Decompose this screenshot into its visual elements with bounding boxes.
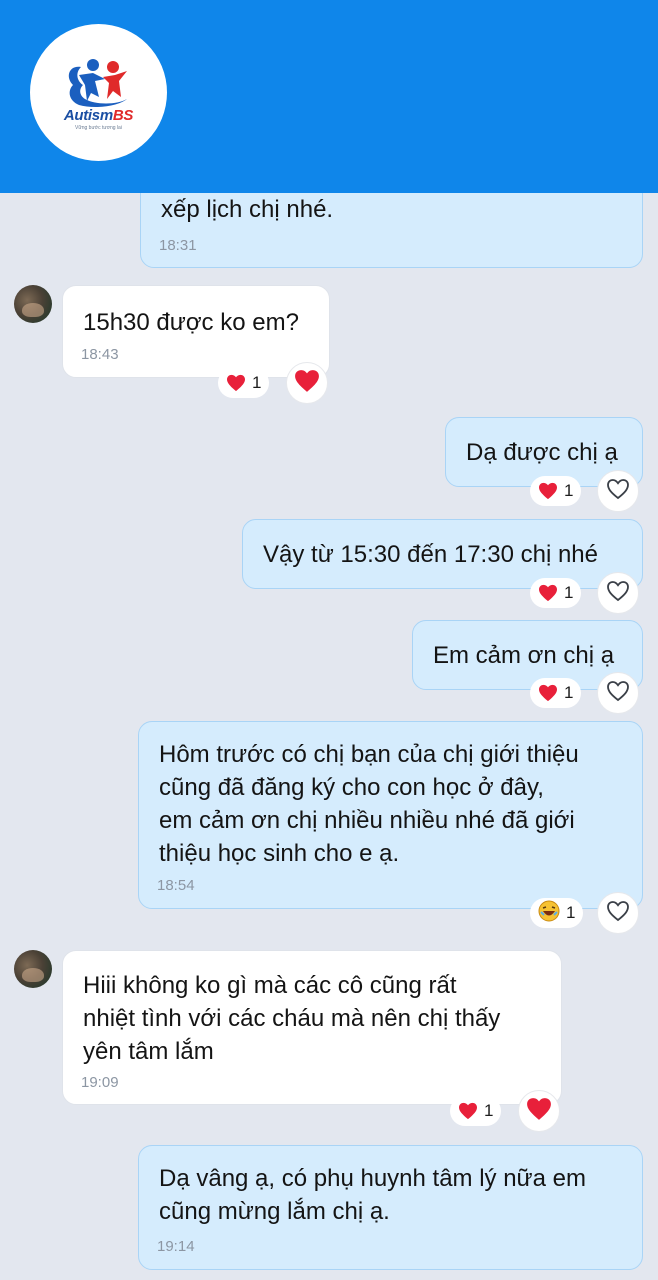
- message-text: Dạ vâng ạ, có phụ huynh tâm lý nữa em cũ…: [159, 1165, 586, 1225]
- autismbs-logo[interactable]: AutismBS Vững bước tương lai: [30, 24, 167, 161]
- logo-figures-icon: [68, 58, 127, 107]
- heart-filled-icon: [526, 1097, 552, 1126]
- message-text: Dạ được chị ạ: [466, 439, 618, 466]
- message-bubble-incoming[interactable]: Hiii không ko gì mà các cô cũng rất nhiệ…: [62, 950, 562, 1105]
- reaction-count: 1: [252, 373, 262, 392]
- heart-filled-icon: [294, 369, 320, 398]
- react-button[interactable]: [597, 892, 639, 934]
- message-time: 18:43: [81, 346, 119, 363]
- message-time: 18:31: [159, 237, 197, 254]
- message-text: Hôm trước có chị bạn của chị giới thiệu …: [159, 741, 579, 867]
- message-text: xếp lịch chị nhé.: [161, 196, 334, 223]
- heart-icon: [538, 684, 558, 702]
- reaction-summary[interactable]: 1: [530, 898, 584, 928]
- message-text: 15h30 được ko em?: [83, 309, 299, 336]
- heart-outline-icon: [606, 680, 630, 707]
- reaction-summary[interactable]: 1: [530, 578, 582, 608]
- react-button[interactable]: [286, 362, 328, 404]
- reaction-count: 1: [566, 903, 576, 922]
- message-time: 18:54: [157, 877, 195, 894]
- message-time: 19:09: [81, 1074, 119, 1091]
- logo-tagline: Vững bước tương lai: [75, 124, 122, 131]
- message-text: Em cảm ơn chị ạ: [433, 642, 615, 669]
- react-button[interactable]: [597, 672, 639, 714]
- app-header: AutismBS Vững bước tương lai: [0, 0, 658, 193]
- logo-wordmark: AutismBS: [63, 106, 134, 124]
- heart-icon: [458, 1102, 478, 1120]
- laughing-emoji-icon: [538, 900, 560, 927]
- heart-icon: [538, 584, 558, 602]
- reaction-count: 1: [484, 1101, 494, 1120]
- message-text: Hiii không ko gì mà các cô cũng rất nhiệ…: [83, 972, 501, 1065]
- message-bubble-outgoing[interactable]: Vậy từ 15:30 đến 17:30 chị nhé: [242, 519, 643, 589]
- message-bubble-incoming[interactable]: 15h30 được ko em? 18:43: [62, 285, 330, 378]
- react-button[interactable]: [597, 470, 639, 512]
- message-time: 19:14: [157, 1238, 195, 1255]
- heart-icon: [538, 482, 558, 500]
- heart-outline-icon: [606, 580, 630, 607]
- heart-outline-icon: [606, 478, 630, 505]
- heart-icon: [226, 374, 246, 392]
- reaction-summary[interactable]: 1: [530, 476, 582, 506]
- react-button[interactable]: [518, 1090, 560, 1132]
- react-button[interactable]: [597, 572, 639, 614]
- reaction-count: 1: [564, 481, 574, 500]
- reaction-summary[interactable]: 1: [450, 1096, 502, 1126]
- message-bubble-outgoing[interactable]: Dạ vâng ạ, có phụ huynh tâm lý nữa em cũ…: [138, 1145, 643, 1270]
- reaction-summary[interactable]: 1: [218, 368, 270, 398]
- reaction-count: 1: [564, 583, 574, 602]
- message-bubble-outgoing[interactable]: Hôm trước có chị bạn của chị giới thiệu …: [138, 721, 643, 909]
- contact-avatar[interactable]: [14, 285, 52, 323]
- message-text: Vậy từ 15:30 đến 17:30 chị nhé: [263, 541, 598, 568]
- reaction-summary[interactable]: 1: [530, 678, 582, 708]
- contact-avatar[interactable]: [14, 950, 52, 988]
- reaction-count: 1: [564, 683, 574, 702]
- heart-outline-icon: [606, 900, 630, 927]
